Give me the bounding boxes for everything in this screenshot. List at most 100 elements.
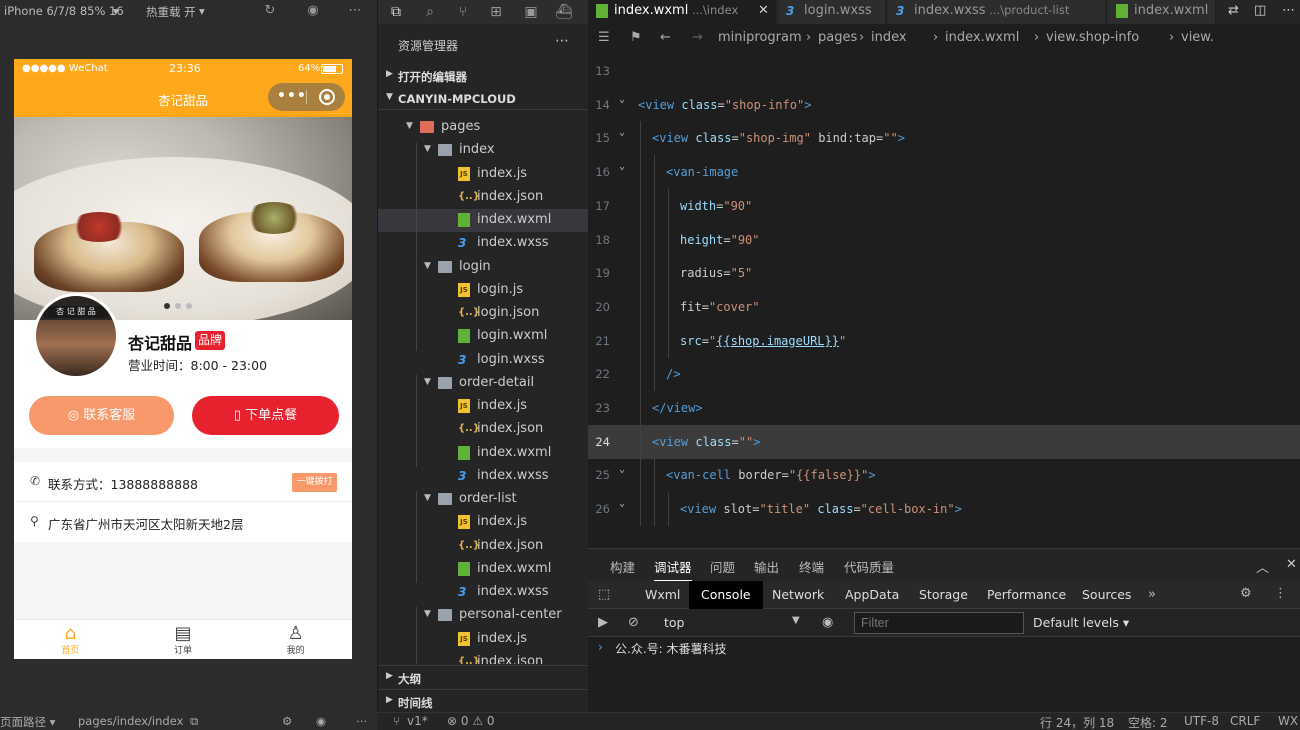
tree-item[interactable]: ▼ index	[378, 139, 589, 162]
tab-orders[interactable]: ▤ 订单	[127, 620, 240, 659]
tree-item[interactable]: 3 index.wxss	[378, 465, 589, 488]
tree-item[interactable]: ▼ pages	[378, 116, 589, 139]
docker-icon[interactable]: ⛴	[554, 2, 574, 22]
fold-chevron-icon[interactable]: ⌄	[619, 127, 625, 138]
devtools-tab[interactable]: Console	[689, 581, 763, 609]
close-icon[interactable]: ✕	[758, 3, 769, 18]
log-levels-dropdown[interactable]: Default levels ▾	[1033, 615, 1129, 630]
tab-home[interactable]: ⌂ 首页	[14, 620, 127, 659]
breadcrumb-item[interactable]: index.wxml	[945, 30, 1019, 45]
copy-icon[interactable]: ⧉	[190, 714, 198, 729]
extensions-icon[interactable]: ⊞	[486, 2, 506, 22]
breadcrumb-item[interactable]: view.shop-info	[1046, 30, 1139, 45]
tree-item[interactable]: JS index.js	[378, 511, 589, 534]
forward-arrow-icon[interactable]: →	[692, 30, 703, 45]
tree-item[interactable]: index.wxml	[378, 209, 589, 232]
tree-item[interactable]: {..} index.json	[378, 418, 589, 441]
shop-avatar[interactable]: 杏 记 甜 品	[33, 293, 119, 379]
device-selector[interactable]: iPhone 6/7/8 85% 16	[4, 4, 124, 18]
back-arrow-icon[interactable]: ←	[660, 30, 671, 45]
devtools-tab[interactable]: Storage	[919, 587, 968, 602]
tree-item[interactable]: {..} index.json	[378, 535, 589, 558]
editor-tab[interactable]: index.wxml ...\index ✕	[588, 0, 776, 24]
language-mode[interactable]: WX	[1278, 714, 1298, 728]
mini-program-capsule[interactable]: •••	[268, 83, 345, 111]
tab-mine[interactable]: ♙ 我的	[239, 620, 352, 659]
swiper-indicator[interactable]	[164, 303, 192, 309]
tree-item[interactable]: JS index.js	[378, 628, 589, 651]
devtools-tab[interactable]: Performance	[987, 587, 1066, 602]
tree-item[interactable]: 3 index.wxss	[378, 581, 589, 604]
cursor-position[interactable]: 行 24，列 18	[1040, 714, 1114, 730]
line-ending[interactable]: CRLF	[1230, 714, 1260, 728]
console-filter-input[interactable]	[854, 612, 1024, 634]
more-icon[interactable]: ⋯	[555, 33, 570, 49]
tree-item[interactable]: index.wxml	[378, 442, 589, 465]
editor-tab[interactable]: index.wxml	[1108, 0, 1216, 24]
page-path-selector[interactable]: 页面路径 ▾	[0, 714, 55, 730]
chevron-down-icon[interactable]: ▼	[424, 377, 431, 387]
branch-label[interactable]: v1*	[407, 714, 428, 728]
search-icon[interactable]: ⌕	[420, 2, 440, 22]
list-icon[interactable]: ☰	[598, 30, 610, 45]
chevron-right-icon[interactable]: ›	[598, 640, 603, 654]
compare-icon[interactable]: ⇄	[1228, 3, 1239, 18]
bookmark-icon[interactable]: ⚑	[630, 30, 642, 45]
devtools-tab[interactable]: Sources	[1082, 587, 1131, 602]
project-section[interactable]: ▼ CANYIN-MPCLOUD	[378, 88, 589, 110]
chevron-down-icon[interactable]: ▼	[792, 615, 800, 626]
tree-item[interactable]: JS index.js	[378, 395, 589, 418]
more-icon[interactable]: ⋯	[347, 3, 363, 19]
panel-tab[interactable]: 问题	[710, 557, 735, 576]
preview-eye-icon[interactable]: ◉	[316, 714, 326, 728]
refresh-icon[interactable]: ↻	[262, 3, 278, 19]
stop-icon[interactable]: ◉	[305, 3, 321, 19]
contact-service-button[interactable]: ◎ 联系客服	[29, 396, 174, 435]
encoding[interactable]: UTF-8	[1184, 714, 1219, 728]
chevron-down-icon[interactable]: ▼	[424, 144, 431, 154]
editor-tab[interactable]: 3 index.wxss ...\product-list	[888, 0, 1106, 24]
tree-item[interactable]: ▼ personal-center	[378, 604, 589, 627]
indentation[interactable]: 空格: 2	[1128, 714, 1168, 730]
chevron-down-icon[interactable]: ▼	[406, 121, 413, 131]
tree-item[interactable]: {..} index.json	[378, 186, 589, 209]
panel-tab[interactable]: 输出	[754, 557, 779, 576]
chevron-down-icon[interactable]: ▼	[424, 609, 431, 619]
tree-item[interactable]: ▼ order-detail	[378, 372, 589, 395]
cloud-icon[interactable]: ▣	[521, 2, 541, 22]
close-capsule-icon[interactable]	[319, 89, 335, 105]
more-icon[interactable]: ⋯	[356, 714, 368, 728]
tree-item[interactable]: ▼ order-list	[378, 488, 589, 511]
fold-chevron-icon[interactable]: ⌄	[619, 94, 625, 105]
dial-button[interactable]: 一键拨打	[292, 473, 337, 492]
breadcrumb-item[interactable]: index	[871, 30, 907, 45]
panel-tab[interactable]: 调试器	[654, 557, 692, 581]
place-order-button[interactable]: ▯ 下单点餐	[192, 396, 339, 435]
tree-item[interactable]: {..} index.json	[378, 651, 589, 664]
chevron-down-icon[interactable]: ▼	[424, 493, 431, 503]
files-icon[interactable]: ⧉	[386, 2, 406, 22]
fold-chevron-icon[interactable]: ⌄	[619, 498, 625, 509]
clear-console-icon[interactable]: ⊘	[628, 615, 639, 630]
inspect-icon[interactable]: ⬚	[598, 587, 610, 602]
tree-item[interactable]: JS login.js	[378, 279, 589, 302]
editor-tab[interactable]: 3 login.wxss	[778, 0, 886, 24]
chevron-down-icon[interactable]: ▼	[424, 261, 431, 271]
breadcrumb-item[interactable]: miniprogram	[718, 30, 802, 45]
more-tabs-icon[interactable]: »	[1148, 587, 1156, 602]
context-selector[interactable]: top	[664, 615, 684, 630]
devtools-tab[interactable]: Network	[772, 587, 824, 602]
problems-indicator[interactable]: ⊗ 0 ⚠ 0	[447, 714, 495, 728]
close-icon[interactable]: ✕	[1286, 557, 1297, 572]
food-banner-image[interactable]	[14, 117, 352, 320]
code-lines[interactable]: 13 14 ⌄ <view class="shop-info"> 15 ⌄ <view cl…	[588, 62, 1300, 548]
open-editors-section[interactable]: ▶ 打开的编辑器	[378, 65, 589, 87]
sidebar-toggle-icon[interactable]: ▶	[598, 615, 608, 630]
chevron-down-icon[interactable]: ▾	[199, 4, 205, 18]
more-icon[interactable]: ⋮	[1274, 586, 1287, 601]
split-editor-icon[interactable]: ◫	[1254, 3, 1266, 18]
live-expression-eye-icon[interactable]: ◉	[822, 615, 833, 630]
breadcrumb-item[interactable]: pages	[818, 30, 857, 45]
devtools-tab[interactable]: AppData	[845, 587, 899, 602]
tree-item[interactable]: {..} login.json	[378, 302, 589, 325]
